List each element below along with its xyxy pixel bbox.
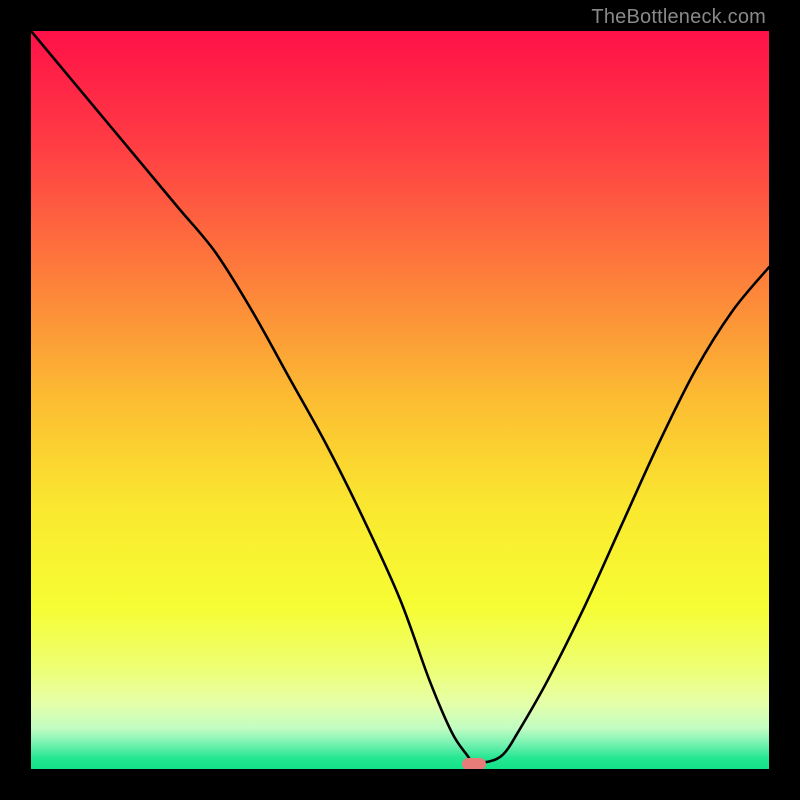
watermark-text: TheBottleneck.com xyxy=(591,6,766,29)
optimal-point-marker xyxy=(462,758,486,769)
plot-area xyxy=(31,31,769,769)
bottleneck-curve xyxy=(31,31,769,769)
chart-frame: TheBottleneck.com xyxy=(0,0,800,800)
